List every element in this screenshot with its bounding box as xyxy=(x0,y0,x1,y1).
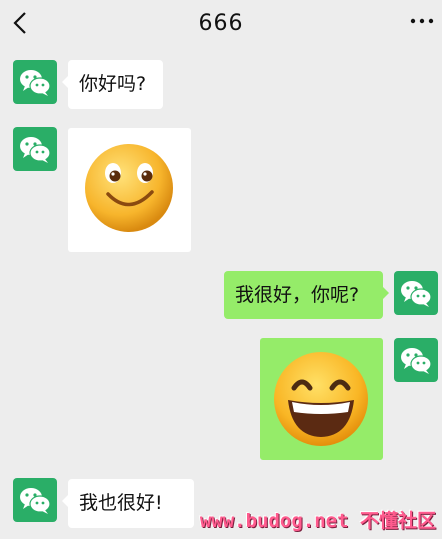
smile-emoji-icon xyxy=(85,144,173,232)
message-text: 我很好，你呢? xyxy=(235,284,360,306)
wechat-logo-icon xyxy=(401,281,432,307)
message-text: 我也很好! xyxy=(79,492,163,514)
more-button[interactable] xyxy=(410,13,434,27)
wechat-logo-icon xyxy=(20,137,51,163)
wechat-logo-icon xyxy=(20,70,51,96)
message-bubble-received[interactable]: 我也很好! xyxy=(62,479,194,528)
sticker-message-sent[interactable] xyxy=(260,338,383,460)
contact-avatar[interactable] xyxy=(13,478,57,522)
wechat-logo-icon xyxy=(20,488,51,514)
message-bubble-sent[interactable]: 我很好，你呢? xyxy=(224,271,389,319)
grin-emoji-icon xyxy=(274,352,368,446)
message-text: 你好吗? xyxy=(79,73,147,95)
wechat-logo-icon xyxy=(401,348,432,374)
message-bubble-received[interactable]: 你好吗? xyxy=(62,60,163,109)
my-avatar[interactable] xyxy=(394,338,438,382)
contact-avatar[interactable] xyxy=(13,127,57,171)
chat-title: 666 xyxy=(198,11,244,36)
ellipsis-icon xyxy=(410,18,434,24)
contact-avatar[interactable] xyxy=(13,60,57,104)
site-watermark: www.budog.net 不懂社区 xyxy=(199,510,436,532)
my-avatar[interactable] xyxy=(394,271,438,315)
sticker-message-received[interactable] xyxy=(68,128,191,252)
chat-header: 666 xyxy=(0,0,442,50)
